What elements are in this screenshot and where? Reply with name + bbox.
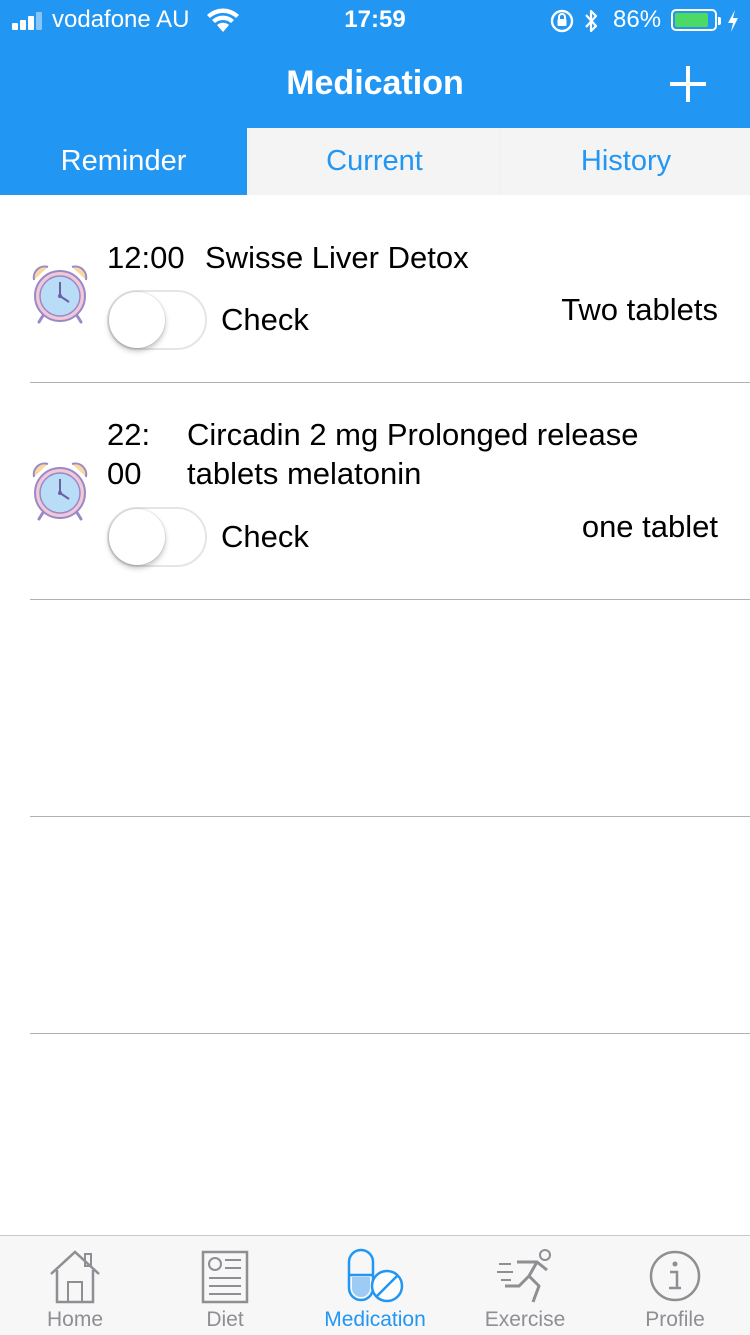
tab-bar-label: Medication <box>324 1308 426 1331</box>
tab-bar-medication[interactable]: Medication <box>300 1236 450 1335</box>
charging-icon <box>728 10 738 32</box>
battery-percent: 86% <box>613 6 662 33</box>
tab-bar-label: Home <box>46 1308 104 1331</box>
header-bar: vodafone AU 17:59 86% Medication <box>0 0 750 128</box>
reminder-row: 22: 00 Circadin 2 mg Prolonged release t… <box>0 383 750 600</box>
house-icon <box>50 1250 100 1304</box>
empty-row <box>0 817 750 1034</box>
tab-bar-home[interactable]: Home <box>0 1236 150 1335</box>
medication-name: Swisse Liver Detox <box>205 240 469 275</box>
add-medication-button[interactable] <box>666 62 710 106</box>
tab-bar-diet[interactable]: Diet <box>150 1236 300 1335</box>
pill-icon <box>347 1248 404 1303</box>
bluetooth-icon <box>585 9 598 33</box>
rotation-lock-icon <box>550 9 574 33</box>
alarm-clock-icon <box>32 462 88 521</box>
tab-bar-profile[interactable]: Profile <box>600 1236 750 1335</box>
reminder-time-hours: 22: <box>107 417 151 452</box>
check-label: Check <box>221 302 309 337</box>
empty-row <box>0 600 750 817</box>
page-title: Medication <box>286 64 464 102</box>
tab-bar-label: Diet <box>206 1308 244 1331</box>
medication-name-line: Circadin 2 mg Prolonged release <box>187 417 639 452</box>
battery-icon <box>671 9 721 31</box>
runner-icon <box>497 1249 551 1303</box>
check-label: Check <box>221 519 309 554</box>
tab-bar-exercise[interactable]: Exercise <box>450 1236 600 1335</box>
dose-label: Two tablets <box>561 292 718 327</box>
reminder-row: 12:00 Swisse Liver Detox Check Two table… <box>0 166 750 383</box>
medication-name-line: tablets melatonin <box>187 456 422 491</box>
info-icon <box>649 1250 701 1302</box>
reminder-time-minutes: 00 <box>107 456 142 491</box>
alarm-clock-icon <box>32 265 88 324</box>
check-toggle[interactable] <box>107 507 207 567</box>
tab-bar-label: Profile <box>645 1308 705 1331</box>
diet-sheet-icon <box>201 1250 249 1304</box>
reminder-time: 12:00 <box>107 240 185 275</box>
row-divider <box>30 1033 750 1034</box>
dose-label: one tablet <box>581 509 718 544</box>
check-toggle[interactable] <box>107 290 207 350</box>
bottom-tab-bar: Home Diet Medication Exercise Profile <box>0 1235 750 1335</box>
medication-name: Circadin 2 mg Prolonged release tablets … <box>187 415 638 493</box>
status-bar: vodafone AU 17:59 86% <box>0 0 750 42</box>
reminder-time: 22: 00 <box>107 415 150 493</box>
tab-bar-label: Exercise <box>484 1308 566 1331</box>
